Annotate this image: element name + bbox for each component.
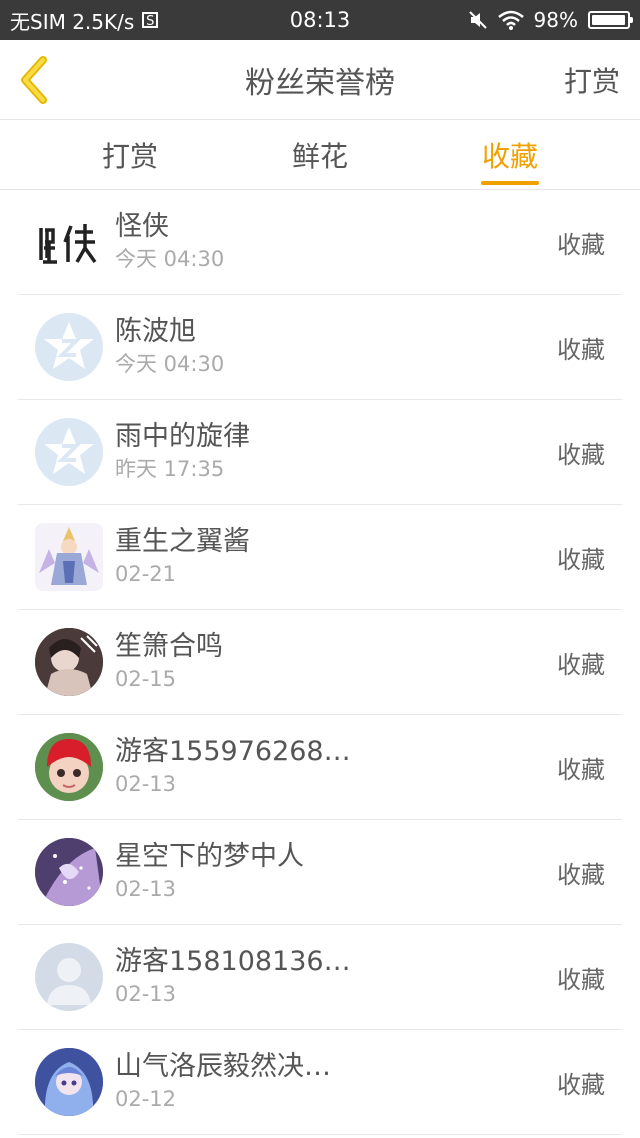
list-item-text: 游客155976268… 02-13: [115, 735, 557, 799]
wifi-icon: [497, 10, 524, 30]
user-name: 笙箫合鸣: [115, 631, 223, 662]
page-title: 粉丝荣誉榜: [245, 65, 395, 101]
favorite-label: 收藏: [557, 650, 605, 679]
user-name: 雨中的旋律: [115, 421, 250, 452]
carrier-text: 无SIM 2.5K/s: [10, 9, 135, 34]
list-item[interactable]: 游客155976268… 02-13 收藏: [18, 715, 622, 820]
timestamp: 昨天 17:35: [115, 457, 225, 481]
dark-illustration-icon: [35, 628, 103, 696]
favorite-label: 收藏: [557, 755, 605, 784]
avatar: [35, 208, 103, 276]
avatar: [35, 313, 103, 381]
list-item[interactable]: 雨中的旋律 昨天 17:35 收藏: [18, 400, 622, 505]
favorite-label: 收藏: [557, 545, 605, 574]
battery-icon: [588, 11, 633, 29]
tab-reward[interactable]: 打赏: [35, 120, 225, 189]
user-name: 山气洛辰毅然决…: [115, 1051, 331, 1082]
list-item-text: 陈波旭 今天 04:30: [115, 315, 557, 379]
avatar: [35, 943, 103, 1011]
list-item[interactable]: 重生之翼酱 02-21 收藏: [18, 505, 622, 610]
mute-icon: [468, 11, 487, 29]
user-name: 星空下的梦中人: [115, 841, 304, 872]
user-name: 游客155976268…: [115, 736, 351, 767]
blue-anime-girl-icon: [35, 1048, 103, 1116]
list-item[interactable]: 怪侠 今天 04:30 收藏: [18, 190, 622, 295]
qq-star-icon: [44, 427, 94, 474]
reward-button[interactable]: 打赏: [564, 60, 640, 100]
list-item-text: 游客158108136… 02-13: [115, 945, 557, 1009]
avatar: [35, 733, 103, 801]
user-name: 游客158108136…: [115, 946, 351, 977]
user-name: 陈波旭: [115, 316, 196, 347]
timestamp: 02-13: [115, 772, 177, 796]
app-header: 粉丝荣誉榜 打赏: [0, 40, 640, 120]
tab-favorites[interactable]: 收藏: [415, 120, 605, 189]
timestamp: 02-15: [115, 667, 177, 691]
battery-percent: 98%: [533, 8, 578, 32]
list-item[interactable]: 星空下的梦中人 02-13 收藏: [18, 820, 622, 925]
timestamp: 02-12: [115, 1087, 177, 1111]
purple-starry-icon: [35, 838, 103, 906]
status-left: 无SIM 2.5K/s S: [10, 6, 159, 35]
fan-list: 怪侠 今天 04:30 收藏 陈波旭 今天 04:30 收藏 雨中的旋律 昨天 …: [18, 190, 622, 1135]
s-icon: S: [142, 12, 159, 29]
timestamp: 02-13: [115, 982, 177, 1006]
user-name: 怪侠: [115, 211, 169, 242]
favorite-label: 收藏: [557, 965, 605, 994]
back-button[interactable]: [0, 40, 70, 120]
calligraphy-logo-icon: [39, 224, 97, 264]
list-item-text: 笙箫合鸣 02-15: [115, 630, 557, 694]
list-item-text: 怪侠 今天 04:30: [115, 210, 557, 274]
anime-character-icon: [39, 527, 99, 585]
avatar: [35, 628, 103, 696]
timestamp: 今天 04:30: [115, 247, 225, 271]
list-item-text: 雨中的旋律 昨天 17:35: [115, 420, 557, 484]
list-item[interactable]: 笙箫合鸣 02-15 收藏: [18, 610, 622, 715]
favorite-label: 收藏: [557, 230, 605, 259]
user-name: 重生之翼酱: [115, 526, 250, 557]
favorite-label: 收藏: [557, 440, 605, 469]
default-person-icon: [47, 958, 91, 1005]
tab-flowers[interactable]: 鲜花: [225, 120, 415, 189]
doll-red-hat-icon: [35, 733, 103, 801]
list-item[interactable]: 山气洛辰毅然决… 02-12 收藏: [18, 1030, 622, 1135]
timestamp: 今天 04:30: [115, 352, 225, 376]
timestamp: 02-13: [115, 877, 177, 901]
chevron-left-icon: [21, 55, 47, 104]
favorite-label: 收藏: [557, 335, 605, 364]
avatar: [35, 523, 103, 591]
qq-star-icon: [44, 322, 94, 369]
status-right: 98%: [468, 8, 633, 32]
favorite-label: 收藏: [557, 1070, 605, 1099]
avatar: [35, 1048, 103, 1116]
avatar: [35, 418, 103, 486]
timestamp: 02-21: [115, 562, 177, 586]
battery-fill: [592, 15, 626, 25]
favorite-label: 收藏: [557, 860, 605, 889]
list-item-text: 星空下的梦中人 02-13: [115, 840, 557, 904]
status-bar: 无SIM 2.5K/s S 08:13 98%: [0, 0, 640, 40]
list-item[interactable]: 游客158108136… 02-13 收藏: [18, 925, 622, 1030]
avatar: [35, 838, 103, 906]
list-item-text: 重生之翼酱 02-21: [115, 525, 557, 589]
tab-bar: 打赏 鲜花 收藏: [0, 120, 640, 190]
list-item-text: 山气洛辰毅然决… 02-12: [115, 1050, 557, 1114]
list-item[interactable]: 陈波旭 今天 04:30 收藏: [18, 295, 622, 400]
